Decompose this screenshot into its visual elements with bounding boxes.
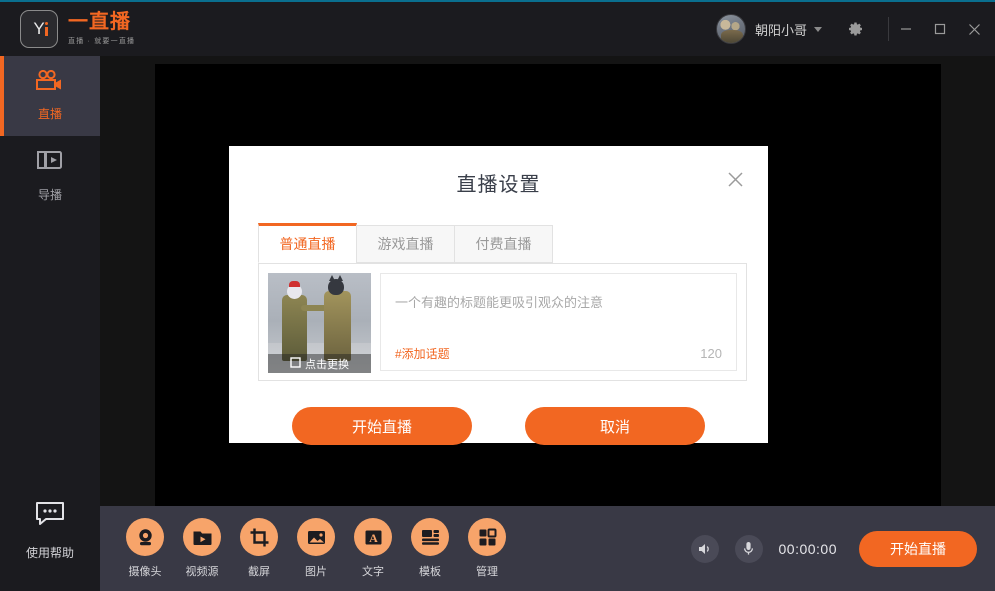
char-counter: 120	[700, 346, 722, 361]
svg-text:A: A	[369, 531, 378, 545]
sidebar-item-switcher[interactable]: 导播	[0, 136, 100, 216]
go-live-button[interactable]: 开始直播	[859, 530, 977, 567]
tool-template[interactable]: 模板	[411, 518, 449, 579]
stream-timer: 00:00:00	[778, 540, 837, 557]
text-icon: A	[354, 518, 392, 556]
start-live-button[interactable]: 开始直播	[292, 407, 472, 445]
title-bar: Y 一直播 直播 · 就要一直播 朝阳小哥	[0, 2, 995, 56]
tab-normal-live[interactable]: 普通直播	[258, 223, 357, 263]
username-label[interactable]: 朝阳小哥	[755, 20, 807, 39]
crop-screen-icon	[240, 518, 278, 556]
video-camera-icon	[35, 69, 65, 97]
sidebar-item-label: 直播	[37, 107, 62, 121]
image-icon	[297, 518, 335, 556]
chevron-down-icon[interactable]	[814, 26, 822, 32]
tab-game-live[interactable]: 游戏直播	[356, 225, 455, 263]
tool-webcam[interactable]: 摄像头	[126, 518, 164, 579]
app-logo: Y 一直播 直播 · 就要一直播	[0, 10, 135, 48]
cover-thumbnail[interactable]: 点击更换	[268, 273, 371, 373]
dialog-tabs: 普通直播 游戏直播 付费直播	[258, 223, 768, 263]
tool-label: 摄像头	[128, 566, 162, 578]
y-logo-icon: Y	[20, 10, 58, 48]
close-icon[interactable]	[957, 2, 991, 56]
dialog-title: 直播设置	[456, 174, 541, 196]
video-folder-icon	[183, 518, 221, 556]
tab-paid-live[interactable]: 付费直播	[454, 225, 553, 263]
tool-video-source[interactable]: 视频源	[183, 518, 221, 579]
maximize-icon[interactable]	[923, 2, 957, 56]
app-tagline: 直播 · 就要一直播	[68, 38, 136, 45]
live-settings-dialog: 直播设置 普通直播 游戏直播 付费直播 点击更换 一个有趣的标题能更吸引观众的注…	[229, 146, 768, 445]
sidebar-item-label: 使用帮助	[25, 546, 74, 560]
speaker-icon[interactable]	[690, 534, 719, 563]
switcher-icon	[37, 149, 63, 178]
stream-title-input[interactable]: 一个有趣的标题能更吸引观众的注意 #添加话题 120	[380, 273, 737, 371]
tool-manage[interactable]: 管理	[468, 518, 506, 579]
tool-label: 模板	[419, 566, 441, 578]
tool-label: 管理	[476, 566, 498, 578]
tool-image[interactable]: 图片	[297, 518, 335, 579]
sidebar-item-live[interactable]: 直播	[0, 56, 100, 136]
dialog-actions: 开始直播 取消	[229, 407, 768, 445]
tool-text[interactable]: A 文字	[354, 518, 392, 579]
add-topic-link[interactable]: #添加话题	[395, 345, 450, 362]
tool-label: 视频源	[185, 566, 219, 578]
layout-template-icon	[411, 518, 449, 556]
bottom-toolbar: 摄像头 视频源 截屏 图片 A 文字 模板 管理 00:00:00 开始直播	[100, 506, 995, 591]
tool-label: 图片	[305, 566, 327, 578]
tool-label: 文字	[362, 566, 384, 578]
chat-bubble-icon	[35, 501, 65, 532]
app-title: 一直播	[68, 11, 131, 33]
sidebar-item-help[interactable]: 使用帮助	[0, 501, 100, 561]
avatar[interactable]	[715, 14, 746, 44]
sidebar: 直播 导播 使用帮助	[0, 56, 100, 591]
sidebar-item-label: 导播	[37, 188, 62, 202]
change-cover-label: 点击更换	[305, 358, 349, 371]
close-icon[interactable]	[722, 166, 748, 192]
minimize-icon[interactable]	[889, 2, 923, 56]
tool-label: 截屏	[248, 566, 270, 578]
cancel-button[interactable]: 取消	[525, 407, 705, 445]
live-settings-form: 点击更换 一个有趣的标题能更吸引观众的注意 #添加话题 120	[258, 263, 747, 381]
swap-image-icon	[290, 356, 301, 371]
gear-icon[interactable]	[844, 17, 868, 41]
webcam-icon	[126, 518, 164, 556]
manage-grid-icon	[468, 518, 506, 556]
microphone-icon[interactable]	[734, 534, 763, 563]
tool-screenshot[interactable]: 截屏	[240, 518, 278, 579]
stream-title-placeholder: 一个有趣的标题能更吸引观众的注意	[395, 295, 604, 310]
